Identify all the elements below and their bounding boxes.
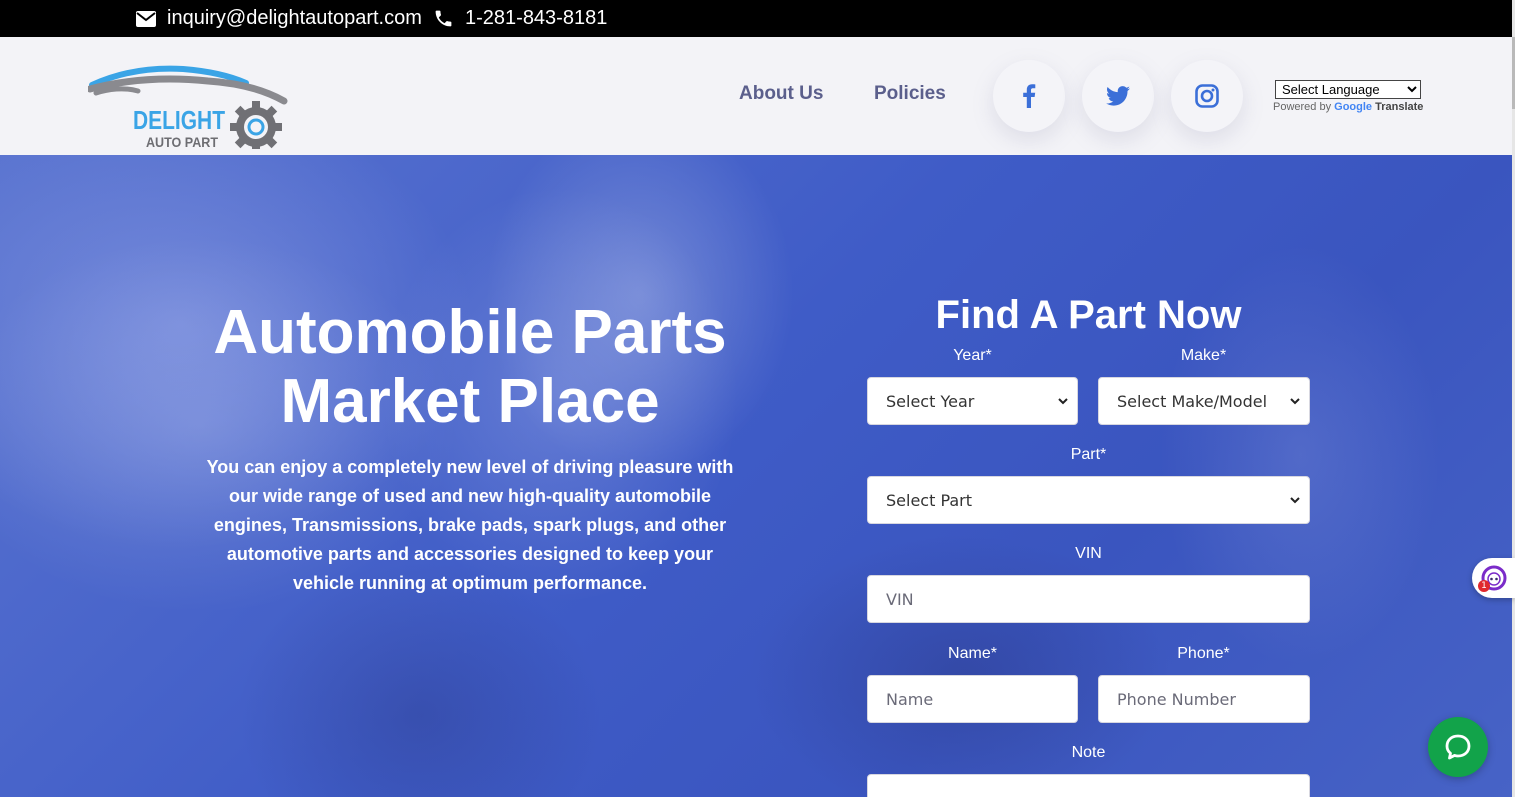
google-logo[interactable]: Google [1334, 101, 1372, 113]
hero-title-line-1: Automobile Parts [213, 298, 727, 367]
top-contact-bar: inquiry@delightautopart.com 1-281-843-81… [0, 0, 1515, 37]
phone-placeholder: Phone Number [1117, 689, 1236, 709]
phone-input[interactable]: Phone Number [1098, 675, 1310, 723]
chat-bubble-icon [1445, 734, 1471, 760]
instagram-button[interactable] [1171, 60, 1243, 132]
site-header: DELIGHT AUTO PART About Us Policies Sele… [0, 37, 1512, 155]
svg-text:AUTO PART: AUTO PART [146, 134, 218, 149]
vin-placeholder: VIN [886, 589, 914, 609]
hero-description: You can enjoy a completely new level of … [206, 457, 734, 593]
nav-about-us[interactable]: About Us [739, 83, 823, 105]
hero-title-line-2: Market Place [280, 367, 660, 436]
vin-label: VIN [1075, 545, 1102, 562]
part-select[interactable]: Select Part [867, 476, 1310, 524]
phone-icon [435, 10, 452, 27]
instagram-icon [1195, 84, 1219, 108]
svg-text:DELIGHT: DELIGHT [133, 105, 225, 135]
support-widget-tab[interactable]: 1 [1472, 558, 1515, 598]
make-select-value: Select Make/Model [1117, 391, 1268, 411]
name-label: Name* [948, 645, 997, 662]
email-link[interactable]: inquiry@delightautopart.com [136, 0, 422, 37]
note-textarea[interactable] [867, 774, 1310, 797]
chevron-down-icon [1290, 497, 1300, 504]
translate-text[interactable]: Translate [1375, 101, 1423, 113]
logo-graphic: DELIGHT AUTO PART [86, 65, 288, 153]
facebook-icon [1023, 84, 1036, 108]
note-label: Note [1071, 744, 1106, 761]
chevron-down-icon [1290, 398, 1300, 405]
nav-policies[interactable]: Policies [874, 83, 946, 105]
year-label: Year* [953, 347, 992, 364]
name-input[interactable]: Name [867, 675, 1078, 723]
year-select-value: Select Year [886, 391, 975, 411]
google-translate-attribution: Powered by Google Translate [1273, 101, 1423, 113]
email-text: inquiry@delightautopart.com [167, 7, 422, 29]
make-select[interactable]: Select Make/Model [1098, 377, 1310, 425]
hero-section: Automobile Parts Market Place You can en… [0, 155, 1512, 797]
name-placeholder: Name [886, 689, 934, 709]
year-select[interactable]: Select Year [867, 377, 1078, 425]
part-select-value: Select Part [886, 490, 973, 510]
delight-auto-part-logo[interactable]: DELIGHT AUTO PART [86, 63, 288, 153]
hero-title: Automobile Parts Market Place [160, 298, 780, 436]
notification-badge: 1 [1478, 580, 1490, 592]
language-select[interactable]: Select Language [1275, 80, 1421, 99]
make-label: Make* [1180, 347, 1227, 364]
powered-by-text: Powered by [1273, 101, 1332, 113]
envelope-icon [136, 10, 156, 27]
chevron-down-icon [1058, 398, 1068, 405]
phone-text: 1-281-843-8181 [465, 7, 608, 29]
twitter-button[interactable] [1082, 60, 1154, 132]
vin-input[interactable]: VIN [867, 575, 1310, 623]
twitter-icon [1106, 86, 1130, 106]
live-chat-button[interactable] [1428, 717, 1488, 777]
phone-link[interactable]: 1-281-843-8181 [433, 0, 607, 37]
facebook-button[interactable] [993, 60, 1065, 132]
find-part-title: Find A Part Now [935, 293, 1242, 337]
part-label: Part* [1070, 446, 1107, 463]
phone-label: Phone* [1177, 645, 1230, 662]
